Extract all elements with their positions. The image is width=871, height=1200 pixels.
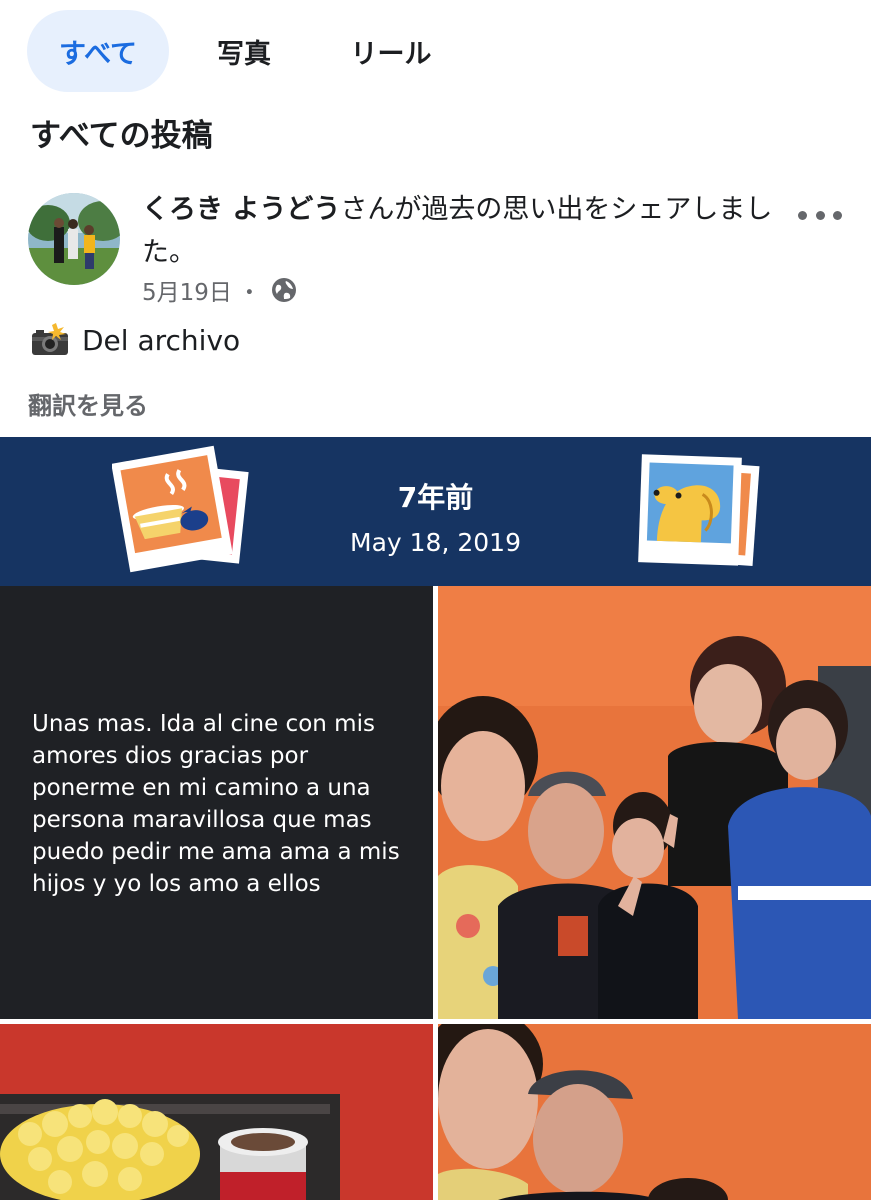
more-options-icon[interactable]: [798, 200, 842, 230]
photo-tile-couple-selfie[interactable]: [438, 1024, 871, 1200]
globe-icon: [271, 278, 296, 302]
post-meta: 5月19日 ・: [142, 274, 297, 306]
post-date[interactable]: 5月19日: [142, 273, 232, 307]
author-name[interactable]: くろき ようどう: [142, 194, 340, 225]
camera-flash-icon: [32, 323, 68, 355]
more-dot: [833, 210, 842, 220]
caption-text: Del archivo: [82, 323, 241, 357]
section-title: すべての投稿: [30, 118, 213, 154]
photo-tile-popcorn[interactable]: [0, 1024, 433, 1200]
see-translation-link[interactable]: 翻訳を見る: [28, 386, 148, 421]
tab-photos[interactable]: 写真: [184, 10, 304, 92]
tab-reels[interactable]: リール: [330, 10, 452, 92]
more-dot: [798, 210, 807, 220]
dog-photo-illustration: [638, 454, 760, 566]
more-dot: [815, 210, 825, 220]
tab-all[interactable]: すべて: [27, 10, 169, 92]
meta-separator: ・: [237, 280, 261, 306]
post-caption: Del archivo: [30, 320, 240, 360]
author-avatar[interactable]: [28, 193, 120, 285]
text-post-tile[interactable]: Unas mas. Ida al cine con mis amores dio…: [0, 586, 433, 1019]
post-header-text: くろき ようどうさんが過去の思い出をシェアしました。: [142, 188, 782, 274]
text-post-content: Unas mas. Ida al cine con mis amores dio…: [32, 711, 400, 897]
photo-tile-family-selfie[interactable]: [438, 586, 871, 1019]
filter-tabs: すべて 写真 リール: [0, 0, 871, 100]
